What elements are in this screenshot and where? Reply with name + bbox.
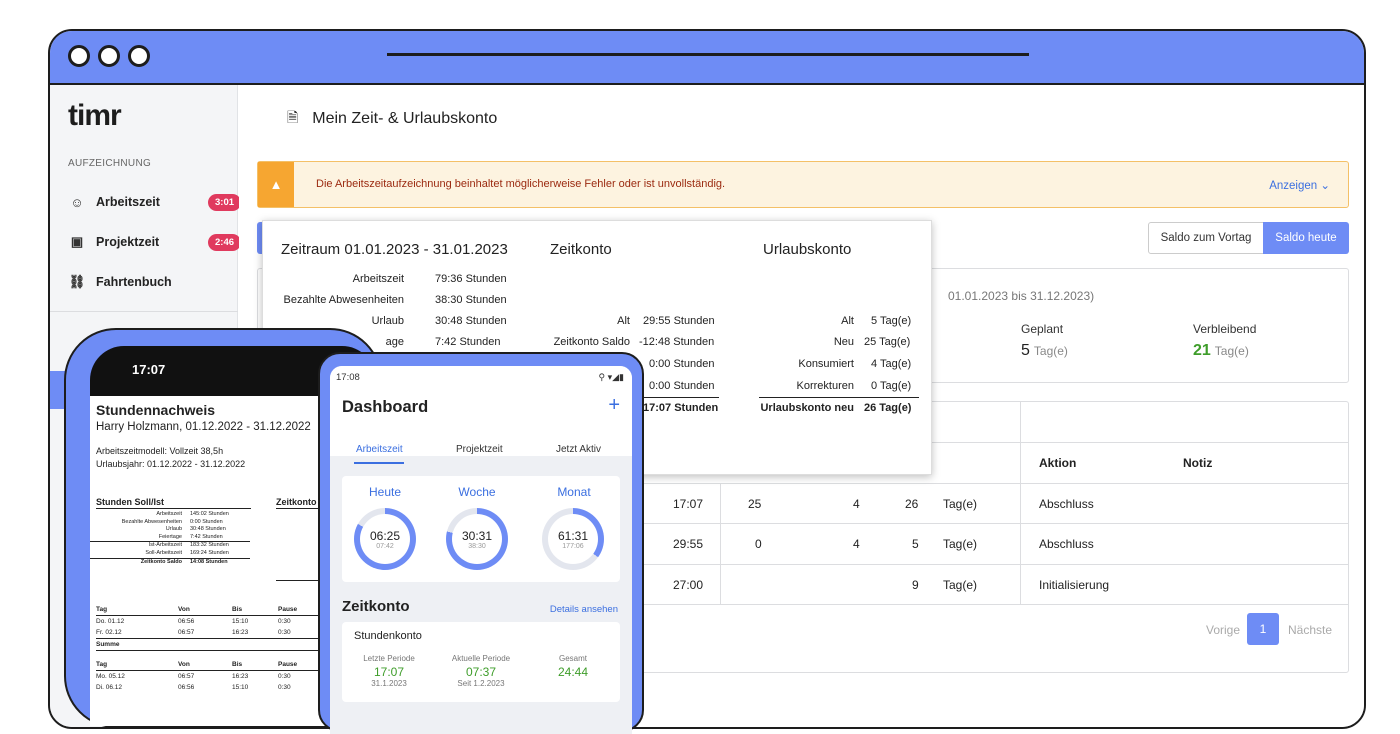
sidebar-divider (50, 311, 238, 312)
tab-active-indicator (354, 462, 404, 464)
phone-dashboard: 17:08 ⚲ ▾◢▮ Dashboard + Arbeitszeit Proj… (318, 352, 644, 734)
verbleibend-unit: Tag(e) (1214, 344, 1249, 358)
geplant-value: 5 Tag(e) (1021, 342, 1068, 360)
sidebar-item-label: Projektzeit (96, 235, 160, 249)
popup-period-title: Zeitraum 01.01.2023 - 31.01.2023 (281, 241, 508, 258)
stundenkonto-card[interactable]: Stundenkonto Letzte Periode 17:07 31.1.2… (342, 622, 620, 702)
address-bar[interactable] (387, 53, 1029, 56)
saldo-heute-button[interactable]: Saldo heute (1263, 222, 1349, 254)
zeitkonto-section-title: Zeitkonto (342, 598, 410, 615)
tab-jetzt-aktiv[interactable]: Jetzt Aktiv (556, 444, 601, 455)
tab-projektzeit[interactable]: Projektzeit (456, 444, 503, 455)
verbleibend-label: Verbleibend (1193, 322, 1257, 336)
chevron-down-icon: ⌄ (1320, 180, 1330, 192)
verbleibend-number: 21 (1193, 342, 1211, 359)
geplant-label: Geplant (1021, 322, 1064, 336)
doc-urlaub: Urlaubsjahr: 01.12.2022 - 31.12.2022 (96, 459, 246, 469)
zeitkonto-title: Zeitkonto (276, 497, 317, 507)
sidebar-item-arbeitszeit[interactable]: ☺ Arbeitszeit 3:01 (68, 190, 242, 214)
app-logo[interactable]: timr (68, 99, 122, 133)
col-aktuelle-periode: Aktuelle Periode 07:37 Seit 1.2.2023 (451, 654, 511, 688)
popup-zeitkonto-title: Zeitkonto (550, 241, 612, 258)
status-icons: ⚲ ▾◢▮ (598, 372, 624, 382)
sidebar-item-fahrtenbuch[interactable]: ⛓ Fahrtenbuch (68, 270, 238, 294)
summary-range: 01.01.2023 bis 31.12.2023) (948, 289, 1095, 303)
alert-link-label: Anzeigen (1269, 180, 1318, 192)
soll-ist-rows: Arbeitszeit 145:02 Stunden Bezahlte Abwes… (90, 511, 250, 566)
page-title: 🗎 Mein Zeit- & Urlaubskonto (287, 107, 497, 131)
alert-text: Die Arbeitszeitaufzeichnung beinhaltet m… (316, 178, 726, 190)
time-rings-card: Heute Woche Monat 06:25 07:42 30:31 38:30 … (342, 476, 620, 582)
dashboard-title: Dashboard (342, 398, 429, 416)
progress-ring-monat[interactable]: 61:31 177:06 (542, 508, 604, 570)
window-close-dot[interactable] (68, 45, 90, 67)
warning-icon: ▲ (258, 162, 294, 207)
ring-label-woche: Woche (458, 485, 496, 499)
doc-person: Harry Holzmann, 01.12.2022 - 31.12.2022 (96, 421, 311, 433)
progress-ring-heute[interactable]: 06:25 07:42 (354, 508, 416, 570)
timer-badge: 3:01 (208, 194, 242, 211)
document-user-icon: 🗎 (287, 109, 299, 125)
phone-dashboard-screen: 17:08 ⚲ ▾◢▮ Dashboard + Arbeitszeit Proj… (330, 366, 632, 734)
sidebar-section-label: AUFZEICHNUNG (68, 158, 152, 169)
user-clock-icon: ☺ (70, 194, 84, 210)
saldo-vortag-button[interactable]: Saldo zum Vortag (1148, 222, 1264, 254)
popup-urlaubskonto-title: Urlaubskonto (763, 241, 852, 258)
window-minimize-dot[interactable] (98, 45, 120, 67)
browser-titlebar (50, 31, 1364, 85)
ring-label-heute: Heute (368, 485, 402, 499)
col-gesamt: Gesamt 24:44 (557, 654, 589, 679)
car-icon: ⛓ (68, 274, 86, 289)
doc-model: Arbeitszeitmodell: Vollzeit 38,5h (96, 446, 224, 456)
pagination-page-1[interactable]: 1 (1247, 613, 1279, 645)
pagination-next[interactable]: Nächste (1288, 623, 1332, 637)
sidebar-item-label: Arbeitszeit (96, 195, 160, 209)
doc-title: Stundennachweis (96, 402, 216, 418)
col-letzte-periode: Letzte Periode 17:07 31.1.2023 (363, 654, 415, 688)
header-aktion: Aktion (1039, 456, 1077, 470)
progress-ring-woche[interactable]: 30:31 38:30 (446, 508, 508, 570)
soll-ist-title: Stunden Soll/Ist (96, 497, 165, 507)
page-title-text: Mein Zeit- & Urlaubskonto (312, 110, 498, 127)
stundenkonto-title: Stundenkonto (354, 630, 422, 642)
window-maximize-dot[interactable] (128, 45, 150, 67)
details-link[interactable]: Details ansehen (550, 604, 618, 615)
phone-time: 17:07 (132, 362, 166, 377)
geplant-number: 5 (1021, 342, 1030, 359)
warning-alert: ▲ Die Arbeitszeitaufzeichnung beinhaltet… (257, 161, 1349, 208)
alert-show-link[interactable]: Anzeigen ⌄ (1269, 178, 1330, 192)
ring-label-monat: Monat (557, 485, 591, 499)
header-notiz: Notiz (1183, 456, 1213, 470)
timer-badge: 2:46 (208, 234, 242, 251)
sidebar-item-label: Fahrtenbuch (96, 275, 172, 289)
pagination-prev[interactable]: Vorige (1206, 623, 1240, 637)
sidebar-item-projektzeit[interactable]: ▣ Projektzeit 2:46 (68, 230, 242, 254)
tab-arbeitszeit[interactable]: Arbeitszeit (356, 444, 403, 455)
status-time: 17:08 (336, 372, 360, 383)
geplant-unit: Tag(e) (1033, 344, 1068, 358)
briefcase-icon: ▣ (70, 234, 84, 249)
add-icon[interactable]: + (608, 394, 620, 417)
verbleibend-value: 21 Tag(e) (1193, 342, 1249, 360)
